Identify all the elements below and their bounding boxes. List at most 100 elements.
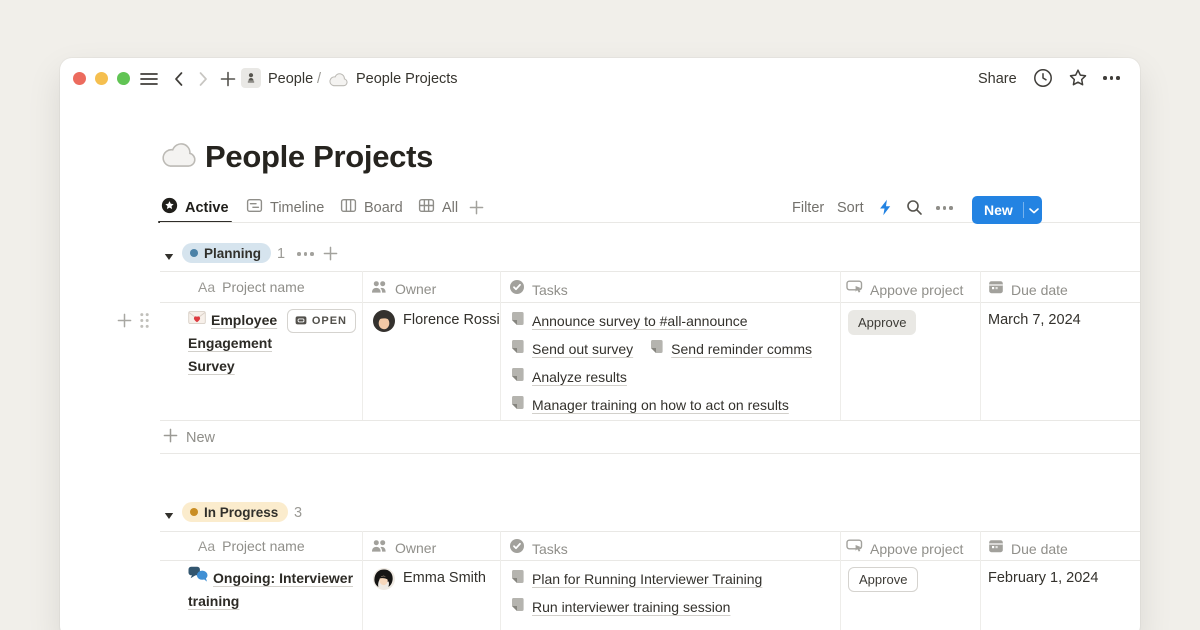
column-header-due[interactable]: Due date	[988, 279, 1068, 300]
active-view-icon	[161, 197, 178, 219]
column-header-due[interactable]: Due date	[988, 538, 1068, 559]
tasks-cell[interactable]: Announce survey to #all-announce Send ou…	[510, 311, 835, 423]
column-header-project[interactable]: Aa Project name	[198, 279, 305, 295]
task-chip[interactable]: Plan for Running Interviewer Training	[510, 569, 762, 589]
owner-cell[interactable]: Emma Smith	[403, 570, 486, 586]
screenshot-canvas: People / People Projects Share People Pr…	[0, 0, 1200, 630]
page-cloud-icon[interactable]	[160, 142, 198, 174]
task-line: Send out survey Send reminder comms	[510, 339, 835, 358]
close-window-button[interactable]	[73, 72, 86, 85]
share-button[interactable]: Share	[978, 70, 1017, 88]
column-divider	[362, 271, 363, 420]
page-icon	[510, 367, 525, 387]
more-options-icon[interactable]	[1103, 76, 1120, 80]
search-icon[interactable]	[906, 199, 923, 221]
filter-button[interactable]: Filter	[792, 199, 824, 217]
sidebar-menu-icon[interactable]	[140, 72, 158, 91]
column-divider	[500, 531, 501, 630]
new-row-label: New	[186, 429, 215, 447]
task-chip[interactable]: Announce survey to #all-announce	[510, 311, 748, 331]
project-title: Ongoing: Interviewer training	[188, 570, 353, 609]
chevron-down-icon[interactable]	[1029, 201, 1039, 219]
page-title[interactable]: People Projects	[205, 139, 433, 175]
column-header-tasks[interactable]: Tasks	[509, 538, 568, 559]
teamspace-bust-icon[interactable]	[241, 68, 261, 88]
group-toggle-icon[interactable]	[164, 248, 174, 266]
task-chip[interactable]: Send reminder comms	[649, 339, 812, 359]
column-header-approve[interactable]: Appove project	[846, 538, 963, 559]
column-divider	[500, 271, 501, 420]
column-header-tasks[interactable]: Tasks	[509, 279, 568, 300]
new-button[interactable]: New	[972, 196, 1042, 224]
column-header-project[interactable]: Aa Project name	[198, 538, 305, 554]
calendar-icon	[988, 279, 1004, 300]
project-title-cell[interactable]: OPEN Employee Engagement Survey	[188, 309, 356, 378]
task-chip[interactable]: Run interviewer training session	[510, 597, 730, 617]
breadcrumb-team[interactable]: People	[268, 70, 313, 88]
forward-icon[interactable]	[198, 71, 209, 92]
project-title-cell[interactable]: Ongoing: Interviewer training	[188, 567, 356, 613]
tab-board-label: Board	[364, 200, 403, 216]
table-border	[160, 531, 1140, 532]
button-glyph-icon	[295, 310, 307, 333]
new-row-button[interactable]: New	[163, 428, 215, 448]
task-line: Run interviewer training session	[510, 597, 835, 616]
cloud-icon	[328, 73, 349, 92]
column-divider	[840, 271, 841, 420]
tab-all[interactable]: All	[418, 194, 458, 222]
tab-timeline[interactable]: Timeline	[246, 194, 324, 222]
open-status-badge[interactable]: OPEN	[287, 309, 356, 333]
tab-all-label: All	[442, 200, 458, 216]
row-add-icon[interactable]	[117, 313, 132, 333]
tasks-cell[interactable]: Plan for Running Interviewer Training Ru…	[510, 569, 835, 625]
group-status-pill-planning[interactable]: Planning	[182, 243, 271, 263]
task-chip[interactable]: Manager training on how to act on result…	[510, 395, 789, 415]
minimize-window-button[interactable]	[95, 72, 108, 85]
plus-icon	[163, 428, 178, 448]
view-options-icon[interactable]	[936, 206, 953, 210]
table-border	[160, 453, 1140, 454]
column-divider	[362, 531, 363, 630]
due-date-cell[interactable]: March 7, 2024	[988, 312, 1081, 328]
page-icon	[510, 597, 525, 617]
button-click-icon	[846, 538, 863, 559]
button-click-icon	[846, 279, 863, 300]
new-page-icon[interactable]	[220, 71, 236, 92]
tab-timeline-label: Timeline	[270, 200, 324, 216]
column-header-owner[interactable]: Owner	[371, 538, 436, 558]
back-icon[interactable]	[173, 71, 184, 92]
column-header-approve[interactable]: Appove project	[846, 279, 963, 300]
approve-button[interactable]: Approve	[848, 310, 916, 335]
column-header-owner[interactable]: Owner	[371, 279, 436, 299]
breadcrumb-page[interactable]: People Projects	[356, 70, 458, 88]
table-border	[160, 271, 1140, 272]
column-divider	[980, 531, 981, 630]
page-icon	[649, 339, 664, 359]
favorite-star-icon[interactable]	[1068, 68, 1088, 93]
board-view-icon	[340, 197, 357, 219]
owner-cell[interactable]: Florence Rossi	[403, 312, 500, 328]
task-chip[interactable]: Send out survey	[510, 339, 633, 359]
zoom-window-button[interactable]	[117, 72, 130, 85]
group-add-icon[interactable]	[323, 246, 338, 266]
sort-button[interactable]: Sort	[837, 199, 864, 217]
group-count: 1	[277, 245, 285, 263]
group-status-pill-in-progress[interactable]: In Progress	[182, 502, 288, 522]
table-border	[160, 302, 1140, 303]
tab-active[interactable]: Active	[161, 194, 229, 222]
group-toggle-icon[interactable]	[164, 507, 174, 525]
add-view-icon[interactable]	[469, 200, 484, 220]
drag-handle-icon[interactable]	[139, 312, 150, 334]
timeline-view-icon	[246, 197, 263, 219]
approve-button[interactable]: Approve	[848, 567, 918, 592]
task-chip[interactable]: Analyze results	[510, 367, 627, 387]
task-line: Announce survey to #all-announce	[510, 311, 835, 330]
group-more-icon[interactable]	[297, 252, 314, 256]
task-line: Manager training on how to act on result…	[510, 395, 835, 414]
tab-board[interactable]: Board	[340, 194, 403, 222]
due-date-cell[interactable]: February 1, 2024	[988, 570, 1098, 586]
history-clock-icon[interactable]	[1033, 68, 1053, 93]
group-name: Planning	[204, 246, 261, 261]
open-badge-label: OPEN	[312, 310, 347, 333]
automation-bolt-icon[interactable]	[879, 199, 892, 221]
